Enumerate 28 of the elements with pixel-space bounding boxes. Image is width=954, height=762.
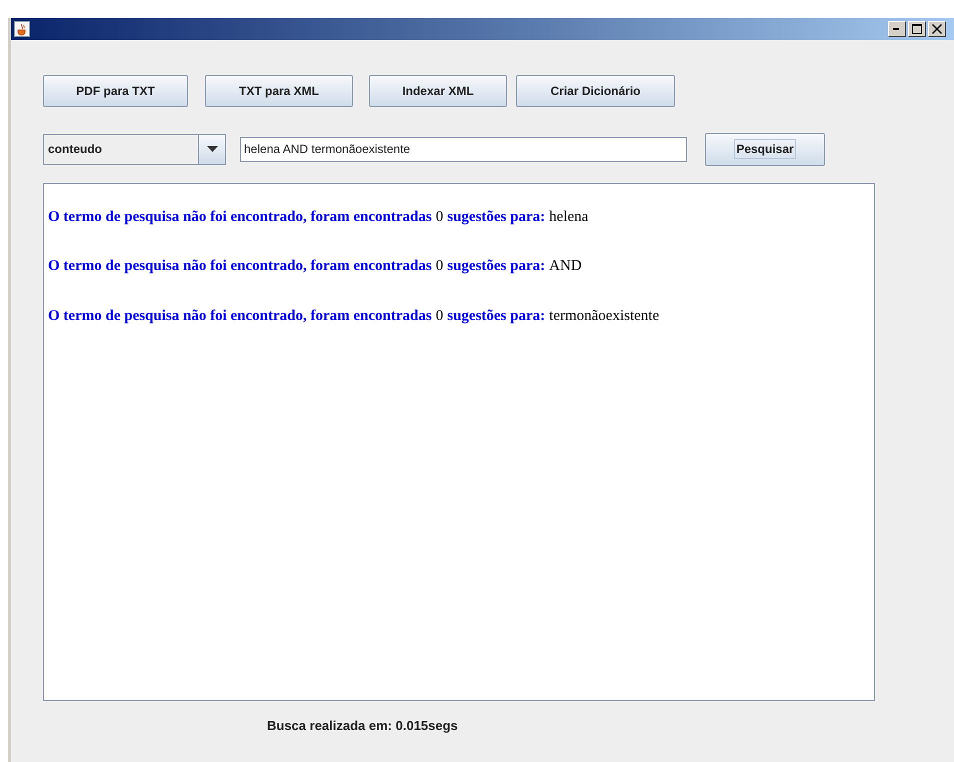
suggestion-count: 0 [436, 209, 444, 225]
result-label: sugestões para: [447, 308, 546, 324]
close-icon [932, 24, 942, 34]
maximize-button[interactable] [908, 21, 926, 37]
toolbar-button[interactable]: PDF para TXT [43, 75, 188, 107]
minimize-icon [893, 28, 901, 30]
cup-icon [14, 21, 30, 37]
maximize-icon [912, 24, 922, 34]
search-field[interactable]: helena AND termonãoexistente [240, 136, 687, 162]
search-button[interactable]: Pesquisar [705, 132, 825, 166]
suggestion-count: 0 [436, 258, 444, 274]
toolbar-button[interactable]: Indexar XML [369, 75, 507, 107]
field-dropdown[interactable]: conteudo [43, 134, 226, 164]
search-term: AND [549, 258, 582, 274]
minimize-button[interactable] [888, 21, 906, 37]
result-message: O termo de pesquisa não foi encontrado, foram encontradas [48, 308, 432, 324]
result-label: sugestões para: [447, 258, 546, 274]
search-term: helena [549, 209, 588, 225]
result-message: O termo de pesquisa não foi encontrado, foram encontradas [48, 258, 432, 274]
dropdown-icon [206, 146, 218, 152]
toolbar-button[interactable]: TXT para XML [205, 75, 353, 107]
search-term: termonãoexistente [549, 308, 660, 324]
result-label: sugestões para: [447, 209, 546, 225]
suggestion-count: 0 [436, 308, 444, 324]
result-message: O termo de pesquisa não foi encontrado, foram encontradas [48, 209, 432, 225]
status-text: Busca realizada em: 0.015segs [267, 718, 459, 733]
close-button[interactable] [928, 21, 946, 37]
toolbar-button[interactable]: Criar Dicionário [516, 75, 675, 107]
